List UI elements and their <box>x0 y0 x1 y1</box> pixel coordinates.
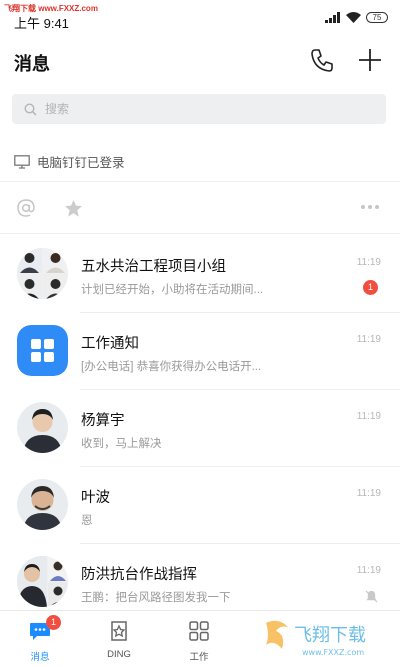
tab-badge: 1 <box>46 615 61 630</box>
header: 消息 <box>0 38 400 82</box>
conversation-preview: 恩 <box>81 515 93 527</box>
mute-bell-icon <box>365 590 378 603</box>
signal-icon <box>325 12 340 23</box>
conversation-name: 叶波 <box>81 490 110 506</box>
conversation-time: 11:19 <box>356 411 381 422</box>
status-time: 上午 9:41 <box>14 16 69 31</box>
work-notice-avatar <box>17 325 68 376</box>
site-logo: 飞翔下载 www.FXXZ.com <box>262 615 392 661</box>
pc-login-row[interactable]: 电脑钉钉已登录 <box>0 142 400 182</box>
conversation-preview: 计划已经开始，小助将在活动期间... <box>81 284 264 296</box>
watermark-text: 飞翔下载 www.FXXZ.com <box>4 4 98 13</box>
plus-icon[interactable] <box>356 46 384 74</box>
battery-icon: 75 <box>366 12 388 23</box>
conversation-name: 防洪抗台作战指挥 <box>81 567 197 583</box>
conversation-preview: [办公电话] 恭喜你获得办公电话开... <box>81 361 262 373</box>
conversation-time: 11:19 <box>356 488 381 499</box>
avatar <box>17 479 68 530</box>
conversation-name: 工作通知 <box>81 336 139 352</box>
more-icon[interactable] <box>360 204 380 210</box>
logo-text: 飞翔下载 <box>294 625 366 646</box>
filter-row <box>0 184 400 234</box>
at-icon[interactable] <box>16 198 36 218</box>
group-avatar <box>17 248 68 299</box>
logo-subtext: www.FXXZ.com <box>302 648 364 657</box>
search-bar[interactable] <box>12 94 386 124</box>
tab-ding[interactable]: DING <box>89 615 149 665</box>
group-avatar <box>17 556 68 607</box>
conversation-preview: 收到，马上解决 <box>81 438 162 450</box>
search-icon <box>24 102 37 116</box>
search-input[interactable] <box>45 102 345 116</box>
phone-icon[interactable] <box>308 46 336 74</box>
unread-badge: 1 <box>363 280 378 295</box>
conversation-time: 11:19 <box>356 334 381 345</box>
wifi-icon <box>346 12 361 23</box>
grid-icon <box>189 621 209 641</box>
status-icons: 75 <box>325 12 388 23</box>
tab-work[interactable]: 工作 <box>169 615 229 665</box>
list-item[interactable]: 五水共治工程项目小组 计划已经开始，小助将在活动期间... 11:19 1 <box>0 236 400 313</box>
ding-icon <box>111 621 127 641</box>
list-item[interactable]: 叶波 恩 11:19 <box>0 467 400 544</box>
conversation-preview: 王鹏：把台风路径图发我一下 <box>81 592 231 604</box>
page-title: 消息 <box>14 54 50 74</box>
tab-label: DING <box>107 649 131 660</box>
conversation-time: 11:19 <box>356 257 381 268</box>
desktop-icon <box>14 154 30 169</box>
conversation-name: 五水共治工程项目小组 <box>81 259 226 275</box>
conversation-name: 杨算宇 <box>81 413 125 429</box>
tab-label: 消息 <box>30 652 50 663</box>
tab-bar: 1 消息 DING 工作 飞翔下载 www.FXXZ.com <box>0 610 400 667</box>
tab-label: 工作 <box>189 652 209 663</box>
star-icon[interactable] <box>64 199 83 218</box>
conversation-list: 五水共治工程项目小组 计划已经开始，小助将在活动期间... 11:19 1 工作… <box>0 236 400 621</box>
tab-messages[interactable]: 1 消息 <box>10 615 70 665</box>
pc-login-label: 电脑钉钉已登录 <box>37 156 125 170</box>
avatar <box>17 402 68 453</box>
conversation-time: 11:19 <box>356 565 381 576</box>
list-item[interactable]: 工作通知 [办公电话] 恭喜你获得办公电话开... 11:19 <box>0 313 400 390</box>
list-item[interactable]: 杨算宇 收到，马上解决 11:19 <box>0 390 400 467</box>
